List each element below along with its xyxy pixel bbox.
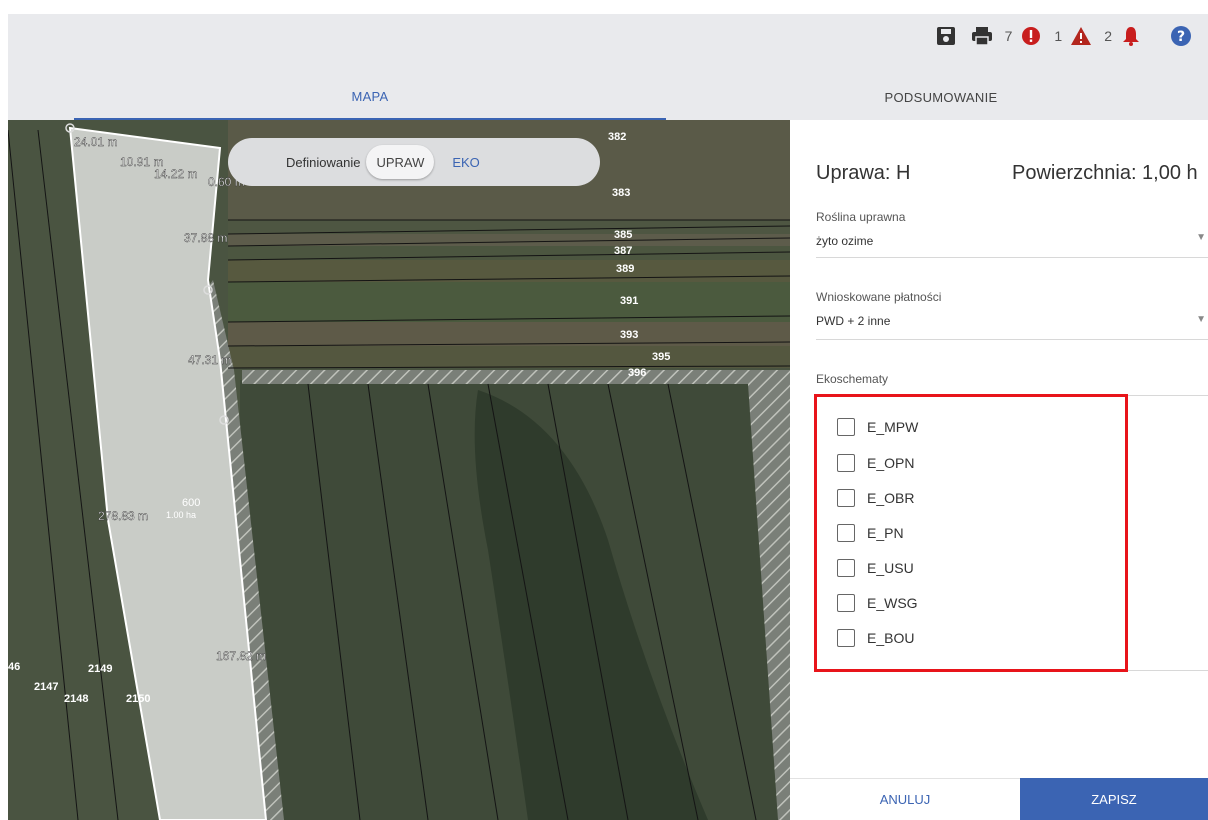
ecoscheme-checkbox[interactable] [837, 418, 855, 436]
cancel-button[interactable]: ANULUJ [790, 778, 1020, 820]
parcel-number: 393 [620, 329, 638, 341]
errors-count: 7 [1004, 28, 1013, 44]
parcel-number: 396 [628, 367, 646, 379]
map-view[interactable]: 382 383 385 387 389 391 393 395 396 2147… [8, 120, 790, 820]
ecoscheme-label: E_OBR [867, 490, 915, 506]
toggle-option-upraw[interactable]: UPRAW [366, 145, 435, 179]
field-area: 1.00 ha [166, 510, 196, 520]
measurement-label: 14.22 m [154, 167, 197, 181]
parcel-number: 391 [620, 295, 638, 307]
ecoscheme-row[interactable]: E_BOU [837, 626, 914, 650]
area-title: Powierzchnia: 1,00 h [1012, 162, 1198, 184]
ecoscheme-label: E_USU [867, 560, 914, 576]
print-icon[interactable] [969, 23, 995, 49]
ecoscheme-checkbox[interactable] [837, 524, 855, 542]
parcel-number: 385 [614, 229, 632, 241]
parcel-number: 389 [616, 263, 634, 275]
warnings-count: 1 [1054, 28, 1063, 44]
error-icon[interactable] [1018, 23, 1044, 49]
panel-header: Uprawa: H Powierzchnia: 1,00 h [816, 162, 1208, 192]
payments-label: Wnioskowane płatności [816, 290, 942, 304]
ecoscheme-label: E_MPW [867, 419, 919, 435]
parcel-number: 382 [608, 131, 626, 143]
crop-label: Roślina uprawna [816, 210, 906, 224]
satellite-map[interactable]: 382 383 385 387 389 391 393 395 396 2147… [8, 120, 790, 820]
toggle-label: Definiowanie [286, 154, 361, 170]
payments-select[interactable]: Wnioskowane płatności PWD + 2 inne ▼ [816, 290, 1208, 340]
ecoscheme-row[interactable]: E_MPW [837, 415, 918, 439]
bell-icon[interactable] [1118, 23, 1144, 49]
tab-bar: MAPA PODSUMOWANIE [8, 74, 1208, 120]
ecoscheme-label: E_WSG [867, 595, 918, 611]
toolbar: 7 1 2 ? [933, 22, 1194, 50]
ecoscheme-row[interactable]: E_PN [837, 521, 904, 545]
tab-podsumowanie[interactable]: PODSUMOWANIE [674, 74, 1208, 120]
ecoscheme-checkbox[interactable] [837, 454, 855, 472]
save-button[interactable]: ZAPISZ [1020, 778, 1208, 820]
chevron-down-icon: ▼ [1196, 314, 1206, 325]
ecoscheme-row[interactable]: E_OBR [837, 486, 914, 510]
crop-panel: Uprawa: H Powierzchnia: 1,00 h Roślina u… [790, 130, 1208, 820]
parcel-number: 2148 [64, 693, 88, 705]
ecoschemes-header: Ekoschematy [816, 372, 1208, 396]
ecoscheme-row[interactable]: E_WSG [837, 591, 918, 615]
notifications-count: 2 [1104, 28, 1112, 44]
ecoscheme-label: E_PN [867, 525, 904, 541]
tab-mapa[interactable]: MAPA [74, 74, 666, 120]
ecoscheme-row[interactable]: E_USU [837, 556, 914, 580]
parcel-number: 395 [652, 351, 670, 363]
payments-value: PWD + 2 inne [816, 314, 891, 328]
measurement-label: 167.82 m [216, 649, 266, 663]
field-label: 600 [182, 497, 200, 509]
measurement-label: 24.01 m [74, 135, 117, 149]
top-bar: 7 1 2 ? [8, 14, 1208, 74]
warning-icon[interactable] [1068, 23, 1094, 49]
measurement-label: 37.88 m [184, 231, 227, 245]
parcel-number: 2147 [34, 681, 58, 693]
ecoscheme-checkbox[interactable] [837, 629, 855, 647]
mode-toggle: Definiowanie UPRAW EKO [228, 138, 600, 186]
measurement-label: 278.83 m [98, 509, 148, 523]
ecoscheme-checkbox[interactable] [837, 594, 855, 612]
ecoscheme-row[interactable]: E_OPN [837, 451, 914, 475]
help-icon[interactable]: ? [1168, 23, 1194, 49]
measurement-label: 47.31 m [188, 353, 231, 367]
crop-select[interactable]: Roślina uprawna żyto ozime ▼ [816, 210, 1208, 258]
save-icon[interactable] [933, 23, 959, 49]
ecoscheme-label: E_OPN [867, 455, 915, 471]
svg-text:?: ? [1177, 29, 1185, 45]
crop-value: żyto ozime [816, 234, 874, 248]
parcel-number: 46 [8, 661, 20, 673]
app-root: 7 1 2 ? MAPA PODSUMOWANIE 382 383 385 38… [0, 0, 1208, 820]
ecoschemes-label: Ekoschematy [816, 372, 889, 386]
ecoscheme-checkbox[interactable] [837, 489, 855, 507]
ecoschemes-highlight: E_MPW E_OPN E_OBR E_PN E_USU E_WSG E_BOU [814, 394, 1128, 672]
parcel-number: 383 [612, 187, 630, 199]
chevron-down-icon: ▼ [1196, 232, 1206, 243]
crop-title: Uprawa: H [816, 162, 911, 184]
ecoscheme-checkbox[interactable] [837, 559, 855, 577]
parcel-number: 2149 [88, 663, 112, 675]
toggle-option-eko[interactable]: EKO [442, 145, 489, 179]
ecoscheme-label: E_BOU [867, 630, 915, 646]
parcel-number: 2150 [126, 693, 150, 705]
parcel-number: 387 [614, 245, 632, 257]
hatched-border-horizontal [242, 370, 790, 384]
